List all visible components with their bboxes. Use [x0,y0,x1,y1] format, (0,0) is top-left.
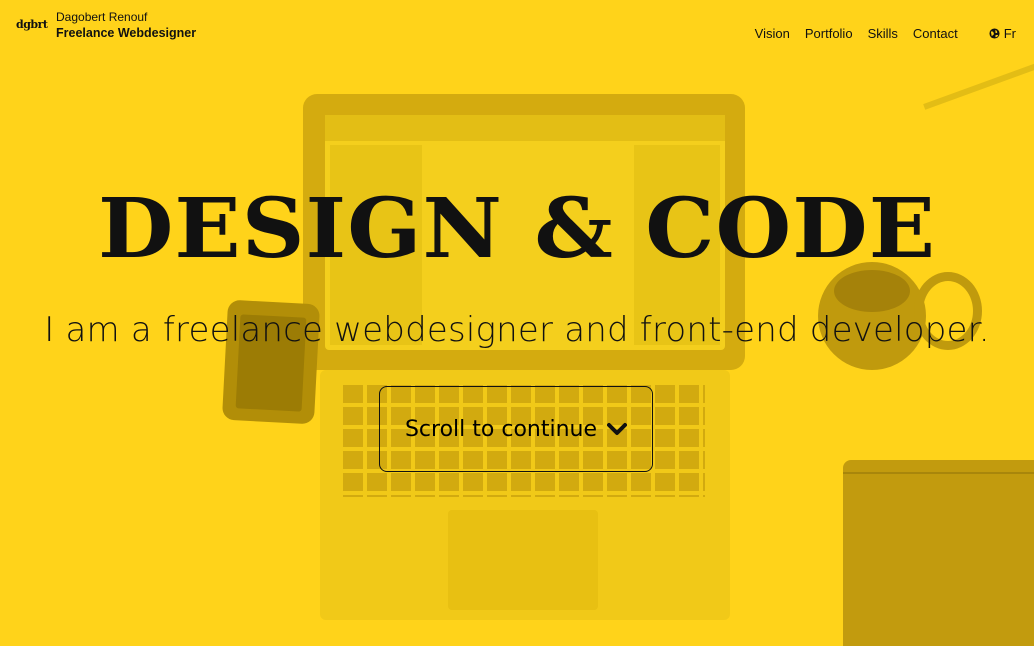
hero-title: DESIGN & CODE [97,181,937,277]
brand-name: Dagobert Renouf [56,10,148,24]
language-switcher[interactable]: Fr [989,26,1016,41]
laptop-screen-toolbar [325,115,725,141]
scroll-button-label: Scroll to continue [404,416,598,442]
chevron-down-icon [607,423,628,435]
notebook-edge [843,472,1034,474]
laptop-trackpad [448,510,598,610]
language-label: Fr [1003,26,1016,41]
hero-subtitle: I am a freelance webdesigner and front-e… [44,310,990,350]
nav-item-skills[interactable]: Skills [868,26,898,41]
nav-item-portfolio[interactable]: Portfolio [805,26,853,41]
scroll-to-continue-button[interactable]: Scroll to continue [379,386,653,472]
nav-item-contact[interactable]: Contact [913,26,958,41]
notebook-shape [843,460,1034,646]
logo[interactable]: dgbrt [16,18,48,31]
main-nav: Vision Portfolio Skills Contact Fr [755,26,1016,41]
site-header: dgbrt Dagobert Renouf Freelance Webdesig… [0,0,1034,70]
brand-title: Freelance Webdesigner [56,26,197,40]
globe-icon [989,28,1000,39]
nav-item-vision[interactable]: Vision [755,26,790,41]
